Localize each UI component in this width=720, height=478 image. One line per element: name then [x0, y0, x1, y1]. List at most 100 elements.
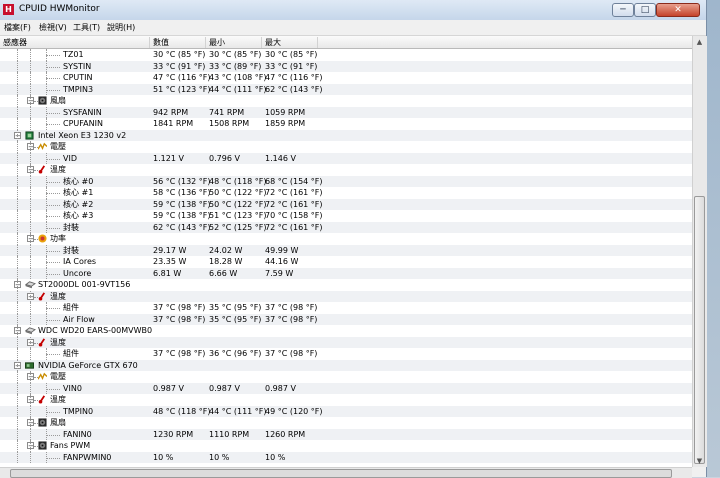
sensor-value: 0.987 V — [153, 383, 184, 393]
close-button[interactable]: ✕ — [656, 3, 700, 17]
sensor-row[interactable]: SYSFANIN 942 RPM 741 RPM 1059 RPM — [0, 106, 692, 118]
sensor-name: 核心 #0 — [63, 176, 94, 186]
sensor-row[interactable]: VIN0 0.987 V 0.987 V 0.987 V — [0, 382, 692, 394]
column-max[interactable]: 最大 — [262, 37, 318, 48]
tree-connector — [46, 89, 60, 91]
sensor-row[interactable]: IA Cores 23.35 W 18.28 W 44.16 W — [0, 256, 692, 268]
menu-tools[interactable]: 工具(T) — [73, 22, 100, 33]
category-row[interactable]: − 風扇 — [0, 95, 692, 107]
device-name: ST2000DL 001-9VT156 — [38, 280, 131, 289]
sensor-row[interactable]: 核心 #1 58 °C (136 °F) 50 °C (122 °F) 72 °C (… — [0, 187, 692, 199]
cpu-chip-icon — [25, 130, 34, 140]
sensor-name: CPUTIN — [63, 73, 93, 82]
device-row[interactable]: − ST2000DL 001-9VT156 — [0, 279, 692, 291]
fan-icon — [38, 418, 47, 427]
sensor-min: 35 °C (95 °F) — [209, 314, 262, 324]
tree-connector — [17, 118, 18, 130]
sensor-row[interactable]: CPUFANIN 1841 RPM 1508 RPM 1859 RPM — [0, 118, 692, 130]
tree-connector — [17, 244, 18, 256]
sensor-row[interactable]: 核心 #3 59 °C (138 °F) 51 °C (123 °F) 70 °C (… — [0, 210, 692, 222]
tree-connector — [46, 181, 60, 183]
sensor-name: 核心 #2 — [63, 199, 94, 209]
menu-file[interactable]: 檔案(F) — [4, 22, 31, 33]
tree-connector — [46, 244, 47, 256]
sensor-row[interactable]: 核心 #2 59 °C (138 °F) 50 °C (122 °F) 72 °C (… — [0, 198, 692, 210]
sensor-row[interactable]: 組件 37 °C (98 °F) 35 °C (95 °F) 37 °C (98 °F… — [0, 302, 692, 314]
horizontal-scrollbar[interactable] — [0, 467, 692, 478]
sensor-row[interactable]: TZ01 30 °C (85 °F) 30 °C (85 °F) 30 °C (85 … — [0, 49, 692, 61]
menu-help[interactable]: 說明(H) — [107, 22, 135, 33]
sensor-value: 6.81 W — [153, 268, 182, 278]
sensor-max: 72 °C (161 °F) — [265, 199, 323, 209]
scroll-up-arrow[interactable]: ▲ — [694, 36, 705, 48]
sensor-row[interactable]: TMPIN3 51 °C (123 °F) 44 °C (111 °F) 62 °C … — [0, 83, 692, 95]
tree-connector — [46, 273, 60, 275]
sensor-row[interactable]: SYSTIN 33 °C (91 °F) 33 °C (89 °F) 33 °C (9… — [0, 60, 692, 72]
sensor-row[interactable]: 封裝 62 °C (143 °F) 52 °C (125 °F) 72 °C (161… — [0, 221, 692, 233]
sensor-name: 核心 #1 — [63, 188, 94, 197]
column-value[interactable]: 數值 — [150, 37, 206, 48]
device-row[interactable]: − Intel Xeon E3 1230 v2 — [0, 129, 692, 141]
fan-icon — [38, 96, 47, 105]
sensor-row[interactable]: FANIN0 1230 RPM 1110 RPM 1260 RPM — [0, 428, 692, 440]
sensor-tree[interactable]: TZ01 30 °C (85 °F) 30 °C (85 °F) 30 °C (85 … — [0, 49, 692, 467]
scroll-down-arrow[interactable]: ▼ — [694, 455, 705, 467]
tree-connector — [46, 187, 47, 199]
category-row[interactable]: − 溫度 — [0, 290, 692, 302]
tree-connector — [17, 336, 18, 348]
category-row[interactable]: − 溫度 — [0, 164, 692, 176]
sensor-row[interactable]: CPUTIN 47 °C (116 °F) 43 °C (108 °F) 47 °C … — [0, 72, 692, 84]
hwmonitor-app-icon[interactable]: H — [3, 4, 14, 15]
sensor-name: TZ01 — [63, 50, 84, 59]
tree-connector — [46, 382, 47, 394]
category-row[interactable]: − 溫度 — [0, 394, 692, 406]
tree-connector — [30, 290, 31, 302]
category-row[interactable]: − 功率 — [0, 233, 692, 245]
sensor-row[interactable]: FANPWMIN0 10 % 10 % 10 % — [0, 451, 692, 463]
sensor-max: 49 °C (120 °F) — [265, 406, 323, 416]
sensor-min: 48 °C (118 °F) — [209, 176, 267, 186]
thermometer-icon — [38, 395, 47, 404]
tree-connector — [17, 83, 18, 95]
sensor-value: 942 RPM — [153, 107, 189, 117]
sensor-min: 36 °C (96 °F) — [209, 349, 262, 358]
sensor-min: 52 °C (125 °F) — [209, 222, 267, 232]
vertical-scrollbar[interactable]: ▲ ▼ — [692, 36, 707, 467]
sensor-row[interactable]: 封裝 29.17 W 24.02 W 49.99 W — [0, 244, 692, 256]
tree-connector — [46, 60, 47, 72]
minimize-button[interactable]: ─ — [612, 3, 634, 17]
tree-connector — [17, 221, 18, 233]
maximize-button[interactable]: □ — [634, 3, 656, 17]
category-row[interactable]: − 電壓 — [0, 141, 692, 153]
category-row[interactable]: − 電壓 — [0, 371, 692, 383]
device-row[interactable]: − NVIDIA GeForce GTX 670 — [0, 359, 692, 371]
sensor-value: 37 °C (98 °F) — [153, 349, 206, 358]
tree-connector — [46, 302, 47, 314]
column-sensor[interactable]: 感應器 — [0, 37, 150, 48]
sensor-row[interactable]: Air Flow 37 °C (98 °F) 35 °C (95 °F) 37 °C … — [0, 313, 692, 325]
sensor-value: 47 °C (116 °F) — [153, 73, 211, 82]
category-row[interactable]: − 溫度 — [0, 336, 692, 348]
tree-connector — [46, 55, 60, 56]
sensor-row[interactable]: TMPIN0 48 °C (118 °F) 44 °C (111 °F) 49 °C … — [0, 405, 692, 417]
scrollbar-thumb[interactable] — [694, 196, 705, 464]
column-min[interactable]: 最小 — [206, 37, 262, 48]
tree-connector — [17, 49, 18, 61]
sensor-row[interactable]: Uncore 6.81 W 6.66 W 7.59 W — [0, 267, 692, 279]
category-row[interactable]: − 風扇 — [0, 417, 692, 429]
sensor-row[interactable]: VID 1.121 V 0.796 V 1.146 V — [0, 152, 692, 164]
tree-connector — [46, 216, 60, 217]
title-bar[interactable]: H CPUID HWMonitor ─ □ ✕ — [0, 0, 706, 21]
tree-connector — [17, 141, 18, 153]
device-row[interactable]: − WDC WD20 EARS-00MVWB0 — [0, 325, 692, 337]
sensor-value: 58 °C (136 °F) — [153, 188, 211, 197]
tree-connector — [30, 244, 31, 256]
menu-view[interactable]: 檢視(V) — [39, 22, 67, 33]
graphics-card-icon — [25, 361, 34, 370]
category-row[interactable]: − Fans PWM — [0, 440, 692, 452]
sensor-max: 47 °C (116 °F) — [265, 73, 323, 82]
sensor-row[interactable]: 核心 #0 56 °C (132 °F) 48 °C (118 °F) 68 °C (… — [0, 175, 692, 187]
sensor-row[interactable]: 組件 37 °C (98 °F) 36 °C (96 °F) 37 °C (98 °F… — [0, 348, 692, 360]
tree-connector — [30, 152, 31, 164]
desktop-background — [706, 0, 720, 477]
